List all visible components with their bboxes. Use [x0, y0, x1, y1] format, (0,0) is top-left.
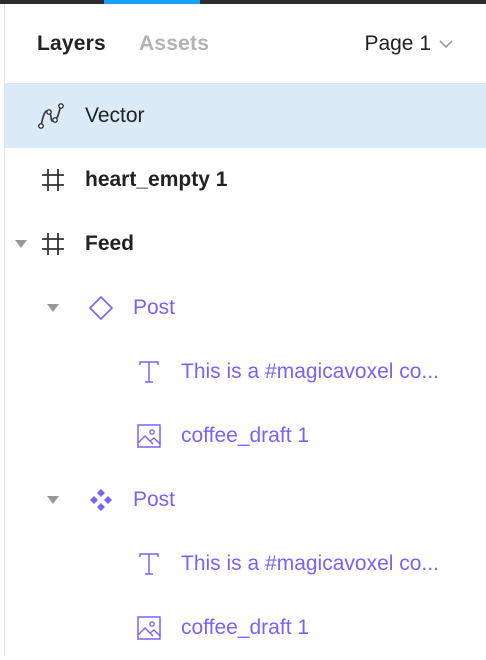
layer-row-vector[interactable]: Vector [5, 84, 486, 148]
layer-name: coffee_draft 1 [181, 616, 310, 639]
layer-name: This is a #magicavoxel co... [181, 552, 439, 575]
page-selector-label: Page 1 [364, 32, 431, 55]
image-icon [135, 614, 163, 642]
layer-name: coffee_draft 1 [181, 424, 310, 447]
frame-icon [39, 166, 67, 194]
panel-header: Layers Assets Page 1 [5, 4, 486, 84]
tab-layers[interactable]: Layers [37, 32, 106, 56]
component-icon [87, 486, 115, 514]
page-selector[interactable]: Page 1 [364, 32, 453, 56]
image-icon [135, 422, 163, 450]
layer-row-image[interactable]: coffee_draft 1 [5, 596, 486, 660]
layer-name: Post [133, 488, 176, 511]
instance-icon [87, 294, 115, 322]
layer-row-post[interactable]: Post [5, 468, 486, 532]
caret-down-icon[interactable] [15, 239, 27, 249]
layer-name: heart_empty 1 [85, 168, 228, 191]
layer-row-text[interactable]: This is a #magicavoxel co... [5, 532, 486, 596]
text-icon [135, 550, 163, 578]
layer-name: Post [133, 296, 176, 319]
tab-assets[interactable]: Assets [139, 32, 209, 56]
layer-row-post[interactable]: Post [5, 276, 486, 340]
layer-row-heart-empty[interactable]: heart_empty 1 [5, 148, 486, 212]
caret-down-icon[interactable] [47, 495, 59, 505]
chevron-down-icon [439, 39, 453, 49]
text-icon [135, 358, 163, 386]
frame-icon [39, 230, 67, 258]
layer-row-text[interactable]: This is a #magicavoxel co... [5, 340, 486, 404]
layer-name: This is a #magicavoxel co... [181, 360, 439, 383]
caret-down-icon[interactable] [47, 303, 59, 313]
layer-row-feed[interactable]: Feed [5, 212, 486, 276]
vector-icon [37, 102, 65, 130]
layer-name: Feed [85, 232, 135, 255]
layer-name: Vector [85, 104, 145, 127]
layer-row-image[interactable]: coffee_draft 1 [5, 404, 486, 468]
layers-panel: Layers Assets Page 1 Vector heart_empty … [4, 4, 486, 656]
